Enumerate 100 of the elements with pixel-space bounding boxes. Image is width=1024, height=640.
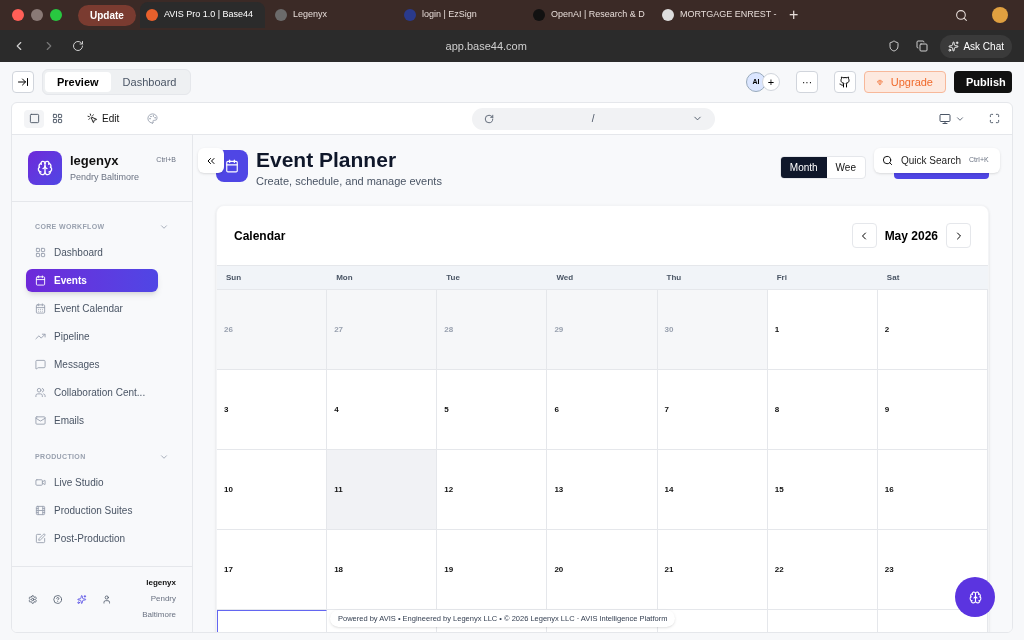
maximize-window-button[interactable]: [50, 9, 62, 21]
user-org: Pendry Baltimore: [141, 593, 176, 622]
user-icon[interactable]: [101, 593, 111, 606]
avatar-icon[interactable]: [992, 7, 1008, 23]
day-cell[interactable]: 5: [437, 370, 548, 450]
day-cell[interactable]: 1: [767, 290, 878, 370]
weekday-header: Wed: [556, 271, 574, 284]
collapse-sidebar-button[interactable]: [198, 148, 224, 173]
chevron-down-icon: [159, 452, 169, 462]
pencil-square-icon: [35, 533, 46, 544]
month-label: May 2026: [884, 227, 938, 245]
day-number: 3: [224, 403, 229, 416]
shield-icon[interactable]: [888, 40, 901, 52]
square-icon: [28, 113, 40, 124]
tab-title: MORTGAGE ENREST -: [679, 8, 777, 22]
monitor-icon[interactable]: [939, 112, 951, 125]
sidebar-item[interactable]: Messages: [26, 353, 158, 376]
fullscreen-icon[interactable]: [989, 113, 1000, 124]
single-view-button[interactable]: [24, 109, 44, 128]
page-title: Event Planner: [256, 147, 398, 173]
sidebar-item[interactable]: Events: [26, 269, 158, 292]
day-number: 12: [444, 483, 454, 496]
extension-icon[interactable]: [916, 40, 929, 52]
day-number: 30: [664, 323, 674, 336]
update-button[interactable]: Update: [78, 4, 136, 26]
publish-button[interactable]: Publish: [954, 71, 1012, 93]
day-cell[interactable]: 17: [217, 530, 328, 610]
ask-chat-button[interactable]: Ask Chat: [940, 34, 1012, 58]
app-name: legenyx: [70, 152, 120, 171]
day-number: 28: [444, 323, 454, 336]
view-toggle[interactable]: Wee: [826, 157, 865, 178]
day-number: 20: [554, 563, 564, 576]
day-cell[interactable]: 16: [877, 450, 988, 530]
day-number: 21: [664, 563, 674, 576]
weekday-header: Tue: [446, 271, 460, 284]
view-tab[interactable]: Preview: [45, 71, 111, 93]
tab-title: Legenyx: [292, 8, 327, 22]
day-number: 7: [664, 403, 669, 416]
day-cell[interactable]: 3: [217, 370, 328, 450]
sparkle-icon: [948, 40, 960, 52]
browser-tab[interactable]: OpenAI | Research & D: [526, 2, 652, 28]
url-text[interactable]: app.base44.com: [445, 39, 527, 52]
sidebar-item[interactable]: Event Calendar: [26, 297, 158, 320]
github-button[interactable]: [834, 71, 856, 93]
view-tab[interactable]: Dashboard: [110, 71, 189, 93]
film-icon: [35, 505, 46, 516]
tab-title: AVIS Pro 1.0 | Base44: [163, 8, 254, 22]
day-cell[interactable]: 15: [767, 450, 878, 530]
settings-icon[interactable]: [28, 593, 38, 606]
browser-tab[interactable]: login | EzSign: [397, 2, 523, 28]
sidebar-item[interactable]: Collaboration Cent...: [26, 381, 158, 404]
day-cell[interactable]: 21: [657, 530, 768, 610]
day-number: 11: [334, 483, 343, 496]
day-cell[interactable]: 2: [877, 290, 988, 370]
edit-button[interactable]: Edit: [87, 111, 120, 126]
view-toggle[interactable]: Month: [780, 157, 827, 178]
day-cell[interactable]: 7: [657, 370, 768, 450]
day-cell[interactable]: 9: [877, 370, 988, 450]
sparkles-icon[interactable]: [77, 593, 87, 606]
sidebar-item[interactable]: Dashboard: [26, 241, 158, 264]
day-number: 23: [884, 563, 894, 576]
day-cell[interactable]: 6: [547, 370, 658, 450]
browser-tab[interactable]: MORTGAGE ENREST -: [655, 2, 781, 28]
more-button[interactable]: ···: [796, 71, 818, 93]
trend-line-icon: [35, 331, 46, 342]
sidebar-item[interactable]: Pipeline: [26, 325, 158, 348]
add-button[interactable]: +: [762, 73, 780, 91]
day-cell[interactable]: 22: [767, 530, 878, 610]
day-cell[interactable]: 8: [767, 370, 878, 450]
tab-title: login | EzSign: [421, 8, 477, 22]
sidebar-item[interactable]: Emails: [26, 409, 158, 432]
sidebar-item[interactable]: Post-Production: [26, 527, 158, 550]
day-cell[interactable]: 13: [547, 450, 658, 530]
day-number: 6: [554, 403, 559, 416]
day-number: 26: [224, 323, 233, 336]
message-icon: [35, 359, 46, 370]
new-tab-button[interactable]: +: [788, 3, 799, 27]
day-cell[interactable]: 14: [657, 450, 768, 530]
day-number: 8: [774, 403, 780, 416]
day-number: 4: [334, 403, 339, 416]
sidebar-item[interactable]: Live Studio: [26, 471, 158, 494]
help-icon[interactable]: [52, 593, 62, 606]
day-cell[interactable]: 12: [437, 450, 548, 530]
search-icon[interactable]: [955, 8, 968, 22]
day-number: 14: [664, 483, 674, 496]
grid-view-icon[interactable]: [52, 113, 63, 124]
day-cell[interactable]: 11: [327, 450, 438, 530]
reload-icon[interactable]: [72, 40, 84, 52]
calendar-icon: [35, 275, 46, 286]
card-title: Calendar: [234, 227, 287, 245]
minimize-window-button[interactable]: [31, 9, 43, 21]
collapse-panel-button[interactable]: [12, 71, 34, 93]
close-window-button[interactable]: [12, 9, 24, 21]
browser-tab[interactable]: Legenyx: [268, 2, 394, 28]
day-number: 16: [884, 483, 894, 496]
browser-tab[interactable]: AVIS Pro 1.0 | Base44: [139, 2, 265, 28]
sidebar-item[interactable]: Production Suites: [26, 499, 158, 522]
route-selector[interactable]: /: [472, 107, 716, 130]
calendar-icon: [225, 159, 239, 173]
day-number: 1: [774, 323, 780, 336]
